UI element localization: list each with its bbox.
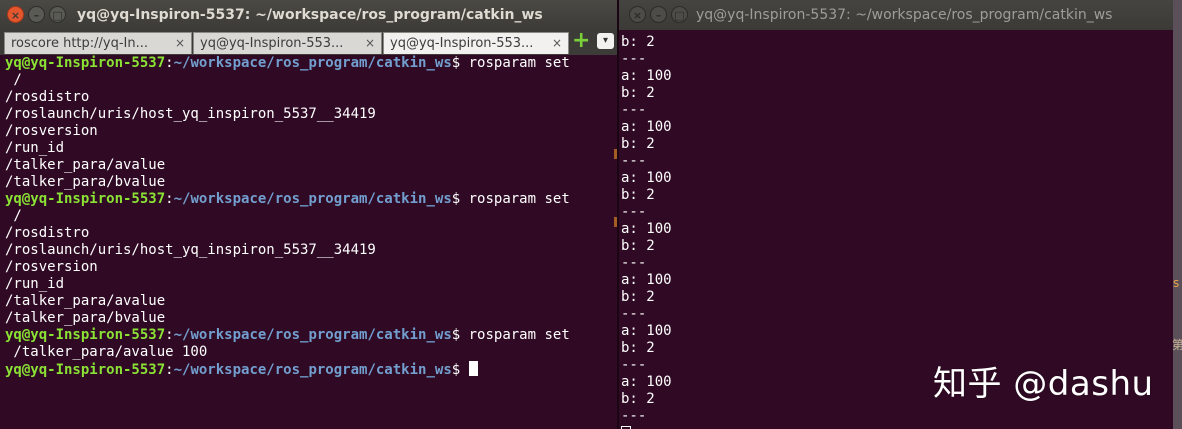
- add-tab-icon[interactable]: +: [572, 30, 590, 52]
- command-line: yq@yq-Inspiron-5537:~/workspace/ros_prog…: [5, 191, 617, 208]
- prompt-path: ~/workspace/ros_program/catkin_ws: [173, 362, 452, 378]
- prompt-sep: :: [165, 362, 174, 378]
- scroll-mark: [614, 149, 617, 159]
- command-wrap: /: [5, 208, 22, 224]
- tab-label: yq@yq-Inspiron-553...: [200, 36, 344, 51]
- tab-label: yq@yq-Inspiron-553...: [390, 36, 534, 51]
- maximize-icon[interactable]: □: [49, 6, 66, 23]
- output-line: /rosdistro: [5, 89, 90, 105]
- output-line: /talker_para/avalue: [5, 157, 166, 173]
- output-line: b: 2: [621, 238, 655, 254]
- output-line: /rosversion: [5, 123, 98, 139]
- command-line: yq@yq-Inspiron-5537:~/workspace/ros_prog…: [5, 327, 617, 344]
- prompt-end: $: [451, 55, 469, 71]
- cursor-line: [621, 425, 1173, 429]
- command-text: rosparam set: [468, 327, 570, 343]
- prompt-path: ~/workspace/ros_program/catkin_ws: [173, 327, 452, 343]
- tab-bar: roscore http://yq-In... × yq@yq-Inspiron…: [0, 30, 617, 55]
- prompt-sep: :: [165, 55, 174, 71]
- command-text: rosparam set: [468, 191, 570, 207]
- output-line: a: 100: [621, 272, 672, 288]
- window-title: yq@yq-Inspiron-5537: ~/workspace/ros_pro…: [77, 7, 543, 23]
- tab-label: roscore http://yq-In...: [11, 36, 149, 51]
- title-bar[interactable]: × – □ yq@yq-Inspiron-5537: ~/workspace/r…: [0, 0, 617, 30]
- watermark: 知乎 @dashu: [933, 364, 1154, 404]
- prompt-end: $: [451, 362, 469, 378]
- prompt-path: ~/workspace/ros_program/catkin_ws: [173, 55, 452, 71]
- command-wrap: /talker_para/avalue 100: [5, 344, 208, 360]
- output-line: ---: [621, 102, 647, 118]
- terminal-window-left: × – □ yq@yq-Inspiron-5537: ~/workspace/r…: [0, 0, 617, 429]
- command-line: yq@yq-Inspiron-5537:~/workspace/ros_prog…: [5, 361, 617, 379]
- tab-roscore[interactable]: roscore http://yq-In... ×: [4, 32, 192, 54]
- tab-terminal-3[interactable]: yq@yq-Inspiron-553... ×: [383, 32, 569, 54]
- prompt-user: yq@yq-Inspiron-5537: [5, 327, 166, 343]
- output-line: /rosdistro: [5, 225, 90, 241]
- output-line: ---: [621, 51, 647, 67]
- prompt-sep: :: [165, 191, 174, 207]
- prompt-user: yq@yq-Inspiron-5537: [5, 191, 166, 207]
- window-title: yq@yq-Inspiron-5537: ~/workspace/ros_pro…: [696, 7, 1113, 23]
- command-text: rosparam set: [468, 55, 570, 71]
- output-line: b: 2: [621, 289, 655, 305]
- output-line: a: 100: [621, 221, 672, 237]
- prompt-path: ~/workspace/ros_program/catkin_ws: [173, 191, 452, 207]
- output-line: /roslaunch/uris/host_yq_inspiron_5537__3…: [5, 242, 376, 258]
- output-line: b: 2: [621, 34, 655, 50]
- tab-menu-icon[interactable]: ▾: [597, 33, 614, 49]
- close-icon[interactable]: ×: [629, 6, 646, 23]
- tab-close-icon[interactable]: ×: [365, 36, 375, 50]
- output-line: ---: [621, 255, 647, 271]
- output-line: b: 2: [621, 340, 655, 356]
- output-line: ---: [621, 306, 647, 322]
- output-line: a: 100: [621, 68, 672, 84]
- output-line: b: 2: [621, 85, 655, 101]
- output-line: ---: [621, 204, 647, 220]
- output-line: /talker_para/bvalue: [5, 310, 166, 326]
- background-window-edge: [1173, 0, 1182, 429]
- minimize-icon[interactable]: –: [650, 6, 667, 23]
- output-line: /run_id: [5, 140, 65, 156]
- output-line: ---: [621, 408, 647, 424]
- output-line: /talker_para/bvalue: [5, 174, 166, 190]
- prompt-user: yq@yq-Inspiron-5537: [5, 55, 166, 71]
- title-bar[interactable]: × – □ yq@yq-Inspiron-5537: ~/workspace/r…: [619, 0, 1173, 30]
- output-line: a: 100: [621, 170, 672, 186]
- tab-close-icon[interactable]: ×: [175, 36, 185, 50]
- prompt-sep: :: [165, 327, 174, 343]
- output-line: ---: [621, 153, 647, 169]
- prompt-user: yq@yq-Inspiron-5537: [5, 362, 166, 378]
- output-line: /roslaunch/uris/host_yq_inspiron_5537__3…: [5, 106, 376, 122]
- close-icon[interactable]: ×: [7, 6, 24, 23]
- command-wrap: /: [5, 72, 22, 88]
- output-line: /rosversion: [5, 259, 98, 275]
- output-line: a: 100: [621, 119, 672, 135]
- scroll-mark: [614, 217, 617, 227]
- prompt-end: $: [451, 327, 469, 343]
- output-line: a: 100: [621, 323, 672, 339]
- command-line: yq@yq-Inspiron-5537:~/workspace/ros_prog…: [5, 55, 617, 72]
- output-line: /talker_para/avalue: [5, 293, 166, 309]
- edge-text: s: [1173, 276, 1180, 290]
- output-line: b: 2: [621, 187, 655, 203]
- tab-terminal-2[interactable]: yq@yq-Inspiron-553... ×: [193, 32, 382, 54]
- output-line: /run_id: [5, 276, 65, 292]
- output-line: b: 2: [621, 136, 655, 152]
- text-cursor: [468, 361, 478, 376]
- terminal-output[interactable]: yq@yq-Inspiron-5537:~/workspace/ros_prog…: [5, 55, 617, 379]
- tab-close-icon[interactable]: ×: [552, 36, 562, 50]
- edge-text: 第: [1172, 338, 1182, 352]
- minimize-icon[interactable]: –: [28, 6, 45, 23]
- prompt-end: $: [451, 191, 469, 207]
- maximize-icon[interactable]: □: [671, 6, 688, 23]
